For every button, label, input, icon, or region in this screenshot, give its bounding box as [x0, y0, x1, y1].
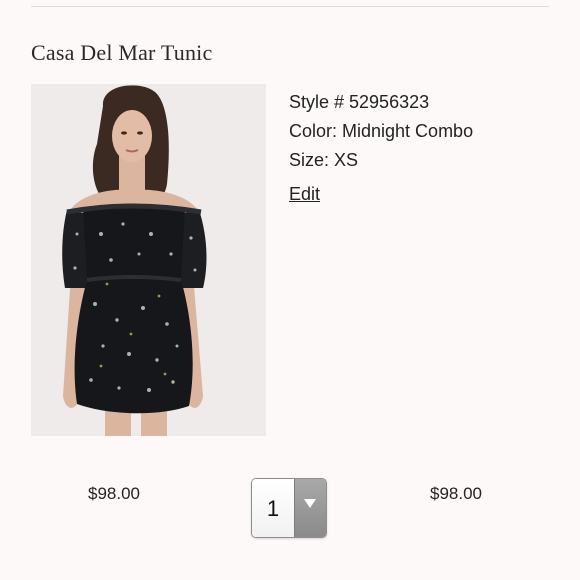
product-details: Style # 52956323 Color: Midnight Combo S…: [289, 88, 473, 175]
color-option: Color: Midnight Combo: [289, 121, 474, 141]
product-title[interactable]: Casa Del Mar Tunic: [31, 40, 212, 66]
quantity-dropdown-button[interactable]: [294, 479, 326, 537]
product-photo-illustration: [31, 84, 266, 436]
size-option: Size: XS: [289, 150, 359, 170]
quantity-select[interactable]: 1: [251, 478, 327, 538]
chevron-down-icon: [304, 499, 316, 508]
unit-price: $98.00: [88, 484, 140, 503]
edit-link[interactable]: Edit: [289, 184, 320, 205]
quantity-value: 1: [252, 479, 294, 537]
style-number: Style # 52956323: [289, 92, 430, 112]
product-image[interactable]: [31, 84, 266, 436]
divider: [31, 6, 549, 7]
total-price: $98.00: [430, 484, 482, 503]
cart-item: Casa Del Mar Tunic Style # 52956323 Colo…: [0, 0, 580, 580]
